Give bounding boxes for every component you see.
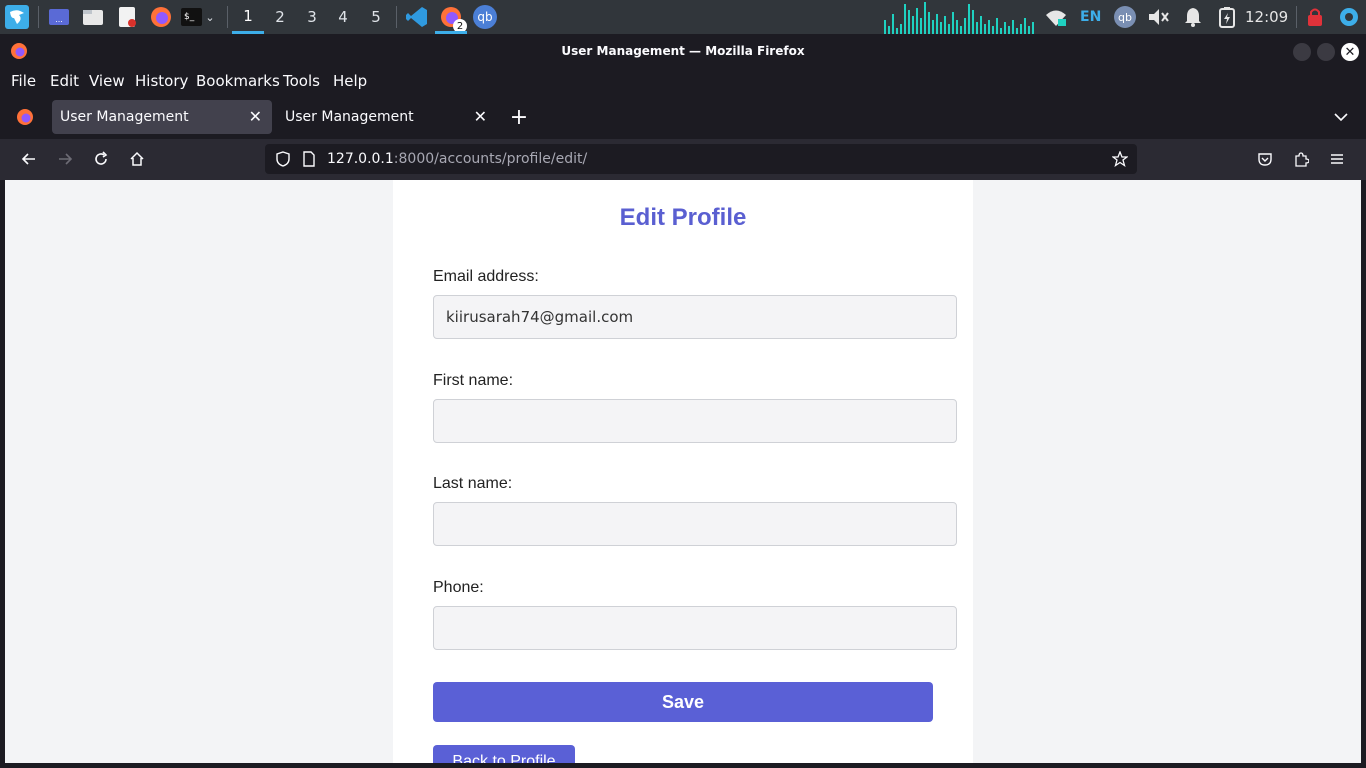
window-titlebar: User Management — Mozilla Firefox ✕ xyxy=(0,34,1366,67)
tracking-protection-shield-icon[interactable] xyxy=(271,147,295,171)
maximize-button[interactable] xyxy=(1317,43,1335,61)
workspace-4[interactable]: 4 xyxy=(327,0,359,34)
pocket-icon[interactable] xyxy=(1253,147,1277,171)
hamburger-menu-icon[interactable] xyxy=(1325,147,1349,171)
vscode-icon[interactable] xyxy=(405,5,429,29)
phone-field[interactable] xyxy=(433,606,957,650)
reload-button[interactable] xyxy=(89,147,113,171)
qbittorrent-icon[interactable]: qb xyxy=(473,5,497,29)
workspace-3[interactable]: 3 xyxy=(296,0,328,34)
svg-text:...: ... xyxy=(55,15,63,24)
tab-label: User Management xyxy=(285,109,414,125)
list-all-tabs-button[interactable] xyxy=(1329,105,1353,129)
workspace-1[interactable]: 1 xyxy=(232,0,264,34)
keyboard-layout-indicator[interactable]: EN xyxy=(1080,0,1101,34)
workspace-2[interactable]: 2 xyxy=(264,0,296,34)
email-label: Email address: xyxy=(433,268,539,285)
menu-tools[interactable]: Tools xyxy=(283,72,320,90)
menu-file[interactable]: File xyxy=(11,72,36,90)
workspace-5[interactable]: 5 xyxy=(360,0,392,34)
back-to-profile-button[interactable]: Back to Profile xyxy=(433,745,575,763)
file-manager-icon[interactable] xyxy=(81,5,105,29)
edit-profile-card: Edit Profile Email address: kiirusarah74… xyxy=(393,180,973,763)
menu-bar: File Edit View History Bookmarks Tools H… xyxy=(0,67,1366,95)
last-name-field[interactable] xyxy=(433,502,957,546)
tab-user-management-2[interactable]: User Management ✕ xyxy=(277,100,497,134)
system-taskbar: ... $_ ⌄ 1 2 3 4 5 2 qb EN qb 12:09 xyxy=(0,0,1366,34)
first-name-field[interactable] xyxy=(433,399,957,443)
wifi-icon[interactable] xyxy=(1044,5,1068,29)
menu-view[interactable]: View xyxy=(89,72,125,90)
navigation-toolbar: 127.0.0.1:8000/accounts/profile/edit/ xyxy=(0,139,1366,180)
power-menu-icon[interactable] xyxy=(1337,5,1361,29)
reload-icon xyxy=(95,151,108,165)
text-editor-icon[interactable] xyxy=(115,5,139,29)
back-button[interactable] xyxy=(17,147,41,171)
notifications-bell-icon[interactable] xyxy=(1181,5,1205,29)
first-name-label: First name: xyxy=(433,372,514,389)
battery-icon[interactable] xyxy=(1215,5,1239,29)
chevron-down-icon xyxy=(1334,113,1348,122)
tab-bar: User Management ✕ User Management ✕ + xyxy=(0,95,1366,139)
qbittorrent-tray-icon[interactable]: qb xyxy=(1113,5,1137,29)
menu-bookmarks[interactable]: Bookmarks xyxy=(196,72,280,90)
last-name-label: Last name: xyxy=(433,475,513,492)
menu-help[interactable]: Help xyxy=(333,72,367,90)
window-title: User Management — Mozilla Firefox xyxy=(561,43,805,58)
firefox-task-icon[interactable]: 2 xyxy=(439,5,467,33)
svg-text:$_: $_ xyxy=(184,12,195,22)
home-button[interactable] xyxy=(125,147,149,171)
lock-screen-icon[interactable] xyxy=(1303,5,1327,29)
network-activity-graph xyxy=(884,2,1034,34)
close-tab-icon[interactable]: ✕ xyxy=(474,107,487,126)
minimize-button[interactable] xyxy=(1293,43,1311,61)
email-field[interactable]: kiirusarah74@gmail.com xyxy=(433,295,957,339)
tab-label: User Management xyxy=(60,109,189,125)
phone-label: Phone: xyxy=(433,579,484,596)
tab-user-management-1[interactable]: User Management ✕ xyxy=(52,100,272,134)
url-host: 127.0.0.1 xyxy=(327,151,394,167)
forward-arrow-icon xyxy=(59,153,73,165)
back-arrow-icon xyxy=(21,153,35,165)
page-viewport: Edit Profile Email address: kiirusarah74… xyxy=(5,180,1361,763)
url-text[interactable]: 127.0.0.1:8000/accounts/profile/edit/ xyxy=(327,144,587,174)
show-desktop-icon[interactable]: ... xyxy=(47,5,71,29)
volume-muted-icon[interactable] xyxy=(1146,5,1170,29)
firefox-view-icon[interactable] xyxy=(15,107,35,127)
chevron-down-icon[interactable]: ⌄ xyxy=(203,5,217,29)
firefox-launcher-icon[interactable] xyxy=(149,5,173,29)
page-title: Edit Profile xyxy=(619,204,747,231)
close-tab-icon[interactable]: ✕ xyxy=(249,107,262,126)
page-info-icon[interactable] xyxy=(297,147,321,171)
bookmark-star-icon[interactable] xyxy=(1108,147,1132,171)
home-icon xyxy=(130,151,144,166)
new-tab-button[interactable]: + xyxy=(507,105,531,130)
app-launcher-icon[interactable] xyxy=(5,5,29,29)
extensions-puzzle-icon[interactable] xyxy=(1289,147,1313,171)
forward-button[interactable] xyxy=(53,147,77,171)
address-bar[interactable]: 127.0.0.1:8000/accounts/profile/edit/ xyxy=(265,144,1137,174)
save-button[interactable]: Save xyxy=(433,682,933,722)
menu-history[interactable]: History xyxy=(135,72,188,90)
menu-edit[interactable]: Edit xyxy=(50,72,79,90)
terminal-icon[interactable]: $_ xyxy=(180,5,204,29)
system-clock[interactable]: 12:09 xyxy=(1245,0,1288,34)
url-path: :8000/accounts/profile/edit/ xyxy=(393,151,588,167)
close-window-button[interactable]: ✕ xyxy=(1341,43,1359,61)
